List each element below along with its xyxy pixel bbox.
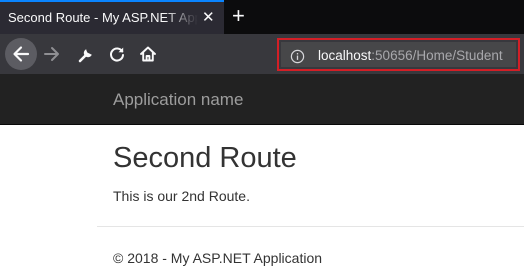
new-tab-icon[interactable]: + bbox=[232, 3, 245, 29]
url-highlight-box: localhost:50656/Home/Student bbox=[277, 38, 520, 71]
tab-title: Second Route - My ASP.NET Application bbox=[8, 10, 198, 25]
page-body-text: This is our 2nd Route. bbox=[113, 188, 250, 204]
navigation-toolbar: localhost:50656/Home/Student bbox=[0, 34, 524, 74]
url-bar[interactable]: localhost:50656/Home/Student bbox=[281, 42, 516, 67]
info-icon[interactable] bbox=[290, 49, 305, 64]
home-icon[interactable] bbox=[138, 44, 158, 64]
site-navbar: Application name bbox=[0, 74, 524, 125]
page-title: Second Route bbox=[113, 142, 297, 174]
tab-bar: Second Route - My ASP.NET Application ✕ … bbox=[0, 0, 524, 34]
back-button[interactable] bbox=[5, 38, 37, 70]
url-host: localhost bbox=[318, 48, 372, 63]
app-name-link[interactable]: Application name bbox=[113, 90, 243, 110]
tab-close-icon[interactable]: ✕ bbox=[202, 8, 215, 26]
url-path: :50656/Home/Student bbox=[371, 48, 503, 63]
footer-text: © 2018 - My ASP.NET Application bbox=[113, 250, 323, 266]
divider bbox=[97, 226, 524, 227]
forward-arrow-icon[interactable] bbox=[42, 44, 62, 64]
browser-tab[interactable]: Second Route - My ASP.NET Application ✕ bbox=[0, 0, 224, 34]
url-text: localhost:50656/Home/Student bbox=[318, 48, 503, 63]
wrench-icon[interactable] bbox=[76, 44, 96, 64]
back-arrow-icon bbox=[13, 46, 30, 62]
reload-icon[interactable] bbox=[107, 44, 127, 64]
